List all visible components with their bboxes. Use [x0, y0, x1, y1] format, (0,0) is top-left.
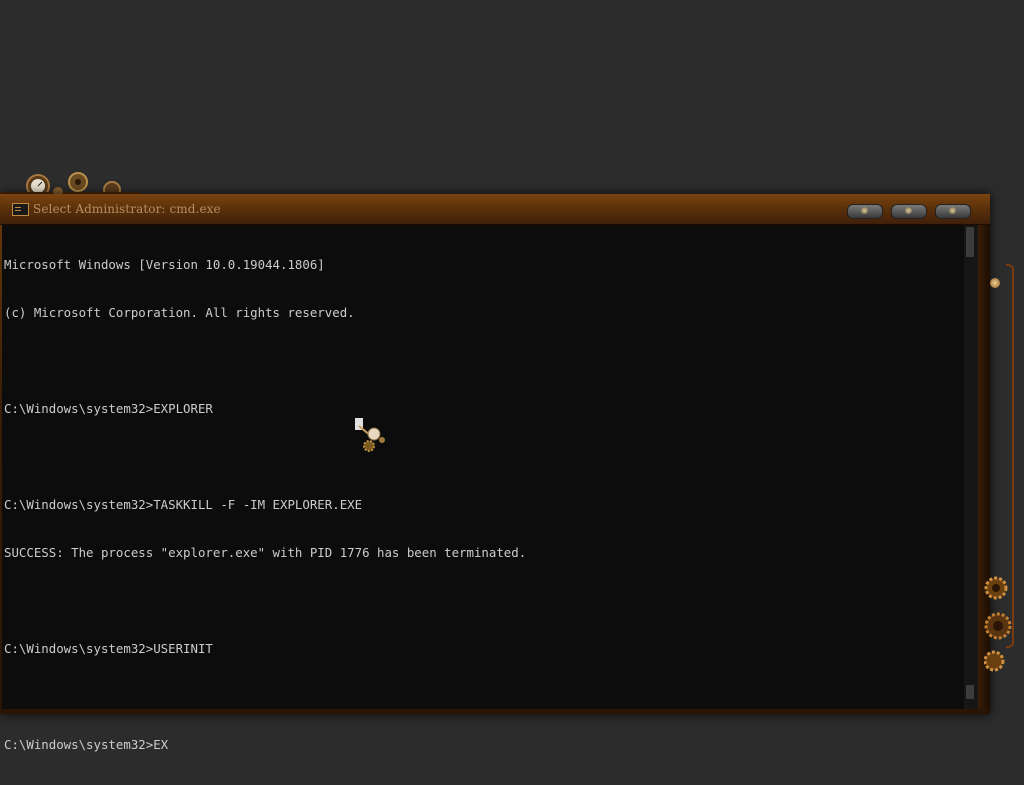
- close-button[interactable]: [935, 204, 971, 219]
- bolt-icon: [990, 278, 1000, 288]
- console-prompt-line[interactable]: C:\Windows\system32>EX: [4, 737, 526, 753]
- maximize-icon: [905, 207, 912, 214]
- vertical-scrollbar[interactable]: [964, 225, 978, 709]
- gear-icon: [984, 576, 1012, 672]
- console-line: C:\Windows\system32>TASKKILL -F -IM EXPL…: [4, 497, 363, 512]
- scrollbar-thumb[interactable]: [966, 227, 974, 257]
- minimize-icon: [861, 207, 868, 214]
- cmd-window[interactable]: Select Administrator: cmd.exe Microsoft …: [0, 194, 990, 752]
- scroll-down-arrow[interactable]: [966, 685, 974, 699]
- gear-cursor-icon: [355, 418, 385, 452]
- maximize-button[interactable]: [891, 204, 927, 219]
- window-title: Select Administrator: cmd.exe: [33, 202, 221, 216]
- console-line: SUCCESS: The process "explorer.exe" with…: [4, 545, 527, 560]
- console-line: C:\Windows\system32>USERINIT: [4, 641, 213, 656]
- console-line: (c) Microsoft Corporation. All rights re…: [4, 305, 355, 320]
- minimize-button[interactable]: [847, 204, 883, 219]
- console-line: C:\Windows\system32>EXPLORER: [4, 401, 213, 416]
- console-output[interactable]: Microsoft Windows [Version 10.0.19044.18…: [2, 225, 964, 752]
- close-icon: [949, 207, 956, 214]
- console-line: Microsoft Windows [Version 10.0.19044.18…: [4, 257, 325, 272]
- title-bar[interactable]: Select Administrator: cmd.exe: [0, 194, 990, 225]
- console-icon[interactable]: [12, 203, 29, 216]
